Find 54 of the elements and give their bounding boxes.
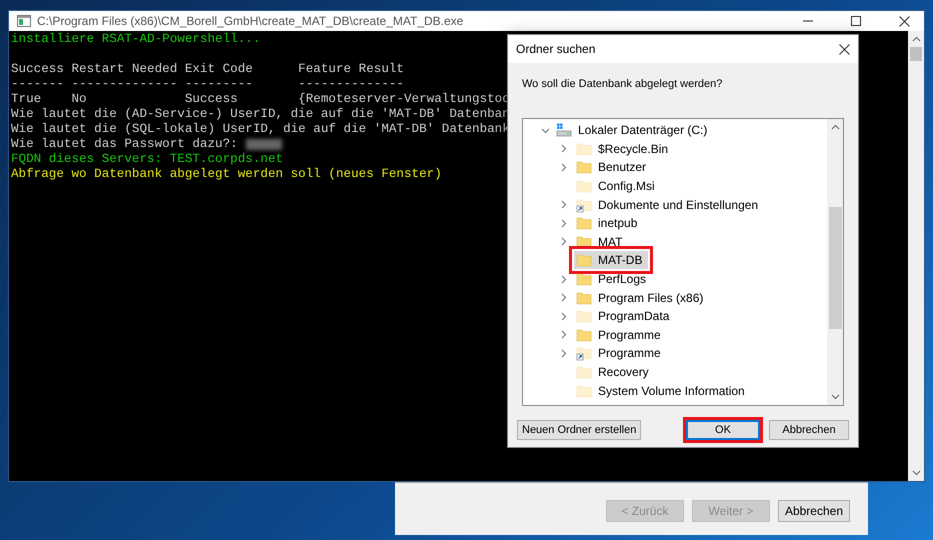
console-line: installiere RSAT-AD-Powershell...: [11, 32, 260, 47]
console-line: Wie lautet die (SQL-lokale) UserID, die auf die 'MAT-DB' Datenbank: [11, 122, 510, 137]
folder-icon: [576, 290, 592, 306]
tree-item[interactable]: Config.Msi: [574, 177, 661, 196]
tree-item[interactable]: Program Files (x86): [574, 288, 710, 307]
tree-item[interactable]: Benutzer: [574, 158, 652, 176]
close-icon[interactable]: [899, 16, 910, 26]
folder-icon: [576, 215, 592, 232]
tree-item[interactable]: System Volume Information: [574, 382, 751, 400]
drive-icon: [556, 123, 572, 138]
dialog-prompt: Wo soll die Datenbank abgelegt werden?: [522, 78, 722, 90]
tree-item[interactable]: Programme: [574, 344, 667, 362]
tree-item[interactable]: Dokumente und Einstellungen: [574, 196, 764, 214]
tree-item[interactable]: Recovery: [574, 363, 655, 382]
scrollbar-thumb[interactable]: [828, 207, 842, 329]
scrollbar[interactable]: [827, 119, 843, 405]
console-line: Success Restart Needed Exit Code Feature Result: [11, 62, 404, 77]
console-line: Wie lautet das Passwort dazu?:: [11, 137, 238, 152]
console-line: Wie lautet die (AD-Service-) UserID, die auf die 'MAT-DB' Datenban: [11, 107, 510, 122]
folder-icon: [576, 308, 592, 324]
window-title: C:\Program Files (x86)\CM_Borell_GmbH\create_MAT_DB\create_MAT_DB.exe: [37, 13, 464, 30]
folder-icon: [576, 326, 592, 343]
folder-icon: [576, 364, 592, 380]
maximize-icon[interactable]: [851, 16, 861, 26]
folder-icon: [576, 382, 592, 399]
folder-icon: [576, 178, 592, 194]
folder-icon: [576, 271, 592, 288]
dialog-button[interactable]: Neuen Ordner erstellen: [517, 420, 642, 440]
tree-item[interactable]: MAT-DB: [574, 251, 648, 270]
wizard-button[interactable]: Abbrechen: [778, 500, 850, 522]
tree-item[interactable]: $Recycle.Bin: [574, 140, 674, 158]
chevron-icon[interactable]: [541, 126, 550, 135]
scrollbar-thumb[interactable]: [910, 47, 922, 61]
dialog-title: Ordner suchen: [516, 41, 596, 58]
dialog-button[interactable]: OK: [683, 417, 763, 443]
tree-item[interactable]: Programme: [574, 326, 667, 344]
folder-icon: [576, 252, 592, 268]
dialog-button[interactable]: Abbrechen: [769, 420, 849, 440]
tree-item[interactable]: MAT: [574, 232, 628, 251]
console-line: Abfrage wo Datenbank abgelegt werden soll (neues Fenster): [11, 167, 442, 182]
console-line: FQDN dieses Servers: TEST.corpds.net: [11, 152, 284, 167]
folder-icon: [576, 196, 592, 213]
folder-icon: [576, 345, 592, 362]
tree-item[interactable]: PerfLogs: [574, 270, 652, 288]
console-line: True No Success {Remoteserver-Verwaltungstoo: [11, 92, 510, 107]
close-icon[interactable]: [839, 44, 850, 54]
console-app-icon: [17, 15, 31, 27]
tree-item[interactable]: inetpub: [574, 214, 644, 232]
tree-item[interactable]: ProgramData: [574, 307, 676, 326]
scrollbar[interactable]: [908, 31, 924, 481]
console-line: ------- -------------- --------- --------------: [11, 77, 404, 92]
folder-icon: [576, 140, 592, 157]
folder-icon: [576, 159, 592, 176]
tree-item[interactable]: Lokaler Datenträger (C:): [578, 121, 708, 140]
